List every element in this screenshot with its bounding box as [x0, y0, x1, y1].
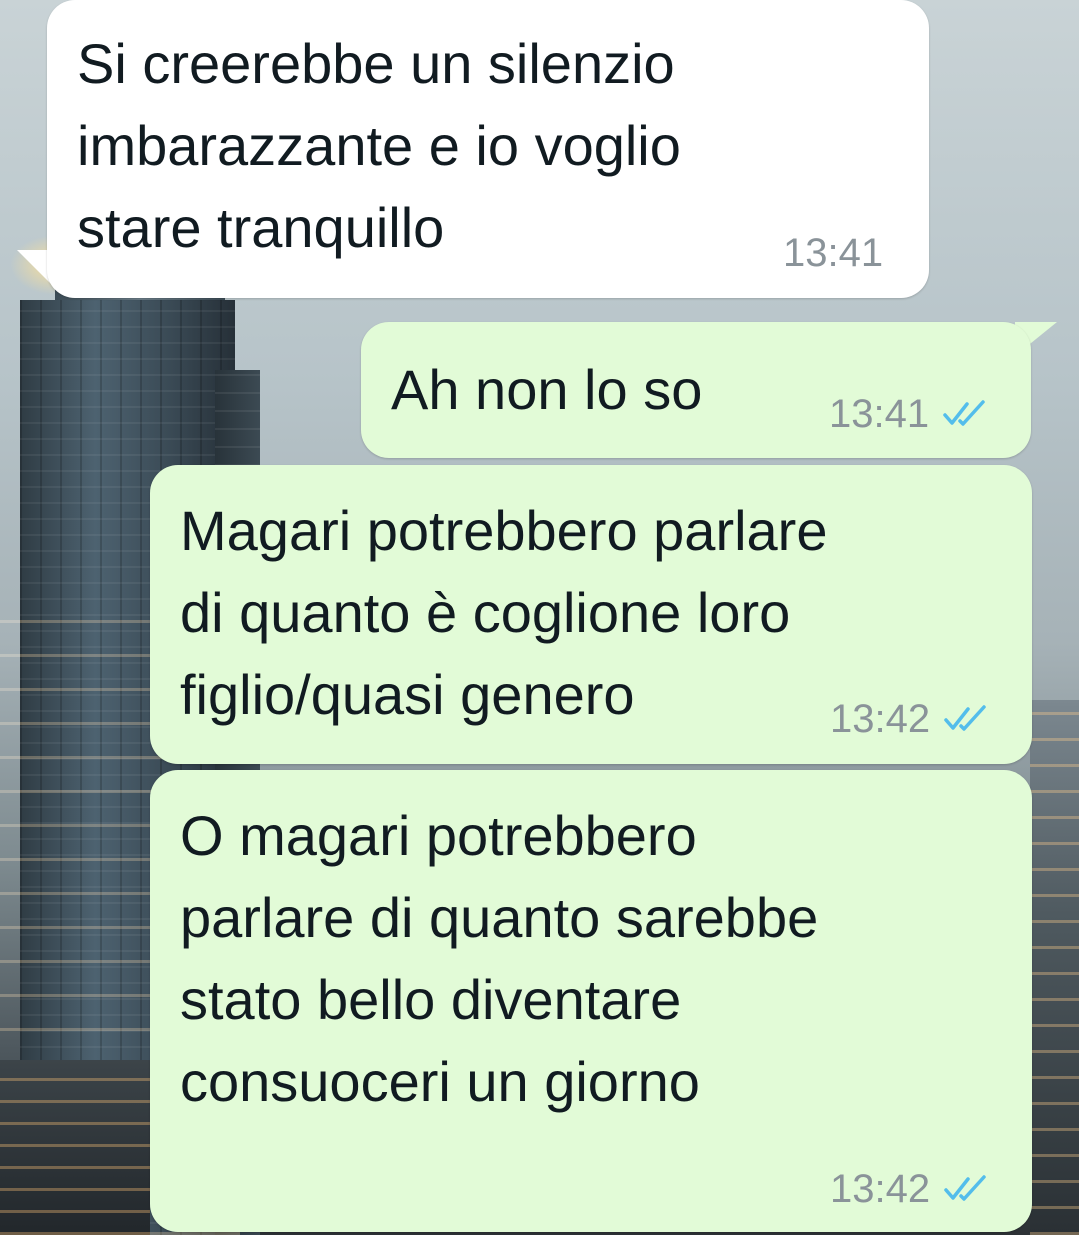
- message-text: O magari potrebbero parlare di quanto sa…: [180, 804, 819, 1113]
- message-text: Ah non lo so: [391, 358, 703, 421]
- message-meta: 13:42: [830, 1165, 990, 1213]
- message-time: 13:41: [783, 231, 884, 275]
- message-text: Si creerebbe un silenzio imbarazzante e …: [77, 32, 681, 259]
- message-meta: 13:41: [783, 229, 883, 277]
- message-bubble-incoming[interactable]: Si creerebbe un silenzio imbarazzante e …: [47, 0, 929, 298]
- message-bubble-outgoing[interactable]: Ah non lo so 13:41: [361, 322, 1031, 458]
- message-time: 13:41: [829, 392, 930, 436]
- wallpaper-low-building: [0, 1060, 150, 1235]
- message-bubble-outgoing[interactable]: O magari potrebbero parlare di quanto sa…: [150, 770, 1032, 1232]
- message-time: 13:42: [830, 1167, 931, 1211]
- double-check-icon: [944, 705, 986, 731]
- wallpaper-city-right: [1030, 700, 1079, 1235]
- message-time: 13:42: [830, 697, 931, 741]
- message-meta: 13:41: [829, 390, 989, 438]
- message-meta: 13:42: [830, 695, 990, 743]
- double-check-icon: [944, 1175, 986, 1201]
- message-bubble-outgoing[interactable]: Magari potrebbero parlare di quanto è co…: [150, 465, 1032, 764]
- double-check-icon: [943, 400, 985, 426]
- message-text: Magari potrebbero parlare di quanto è co…: [180, 499, 828, 726]
